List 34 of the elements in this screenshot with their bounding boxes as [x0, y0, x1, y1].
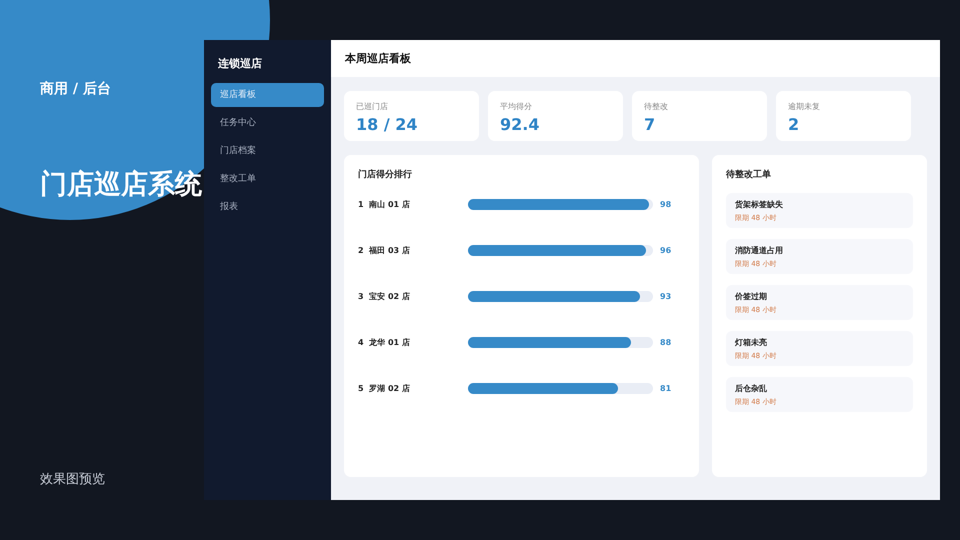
- page-header: 本周巡店看板: [331, 40, 940, 77]
- card-title: 待整改工单: [726, 168, 772, 181]
- eyebrow-text: 商用 / 后台: [40, 80, 112, 98]
- store-label: 1 南山 01 店: [358, 198, 411, 210]
- order-title: 灯箱未亮: [735, 337, 768, 348]
- store-label: 2 福田 03 店: [358, 244, 411, 256]
- score-value: 88: [660, 338, 672, 346]
- stat-value: 18 / 24: [356, 115, 419, 134]
- order-title: 货架标签缺失: [735, 199, 784, 210]
- score-value: 93: [660, 292, 672, 300]
- order-title: 价签过期: [735, 291, 768, 302]
- nav-item[interactable]: 门店档案: [211, 139, 324, 163]
- score-value: 96: [660, 246, 672, 254]
- nav-item[interactable]: 任务中心: [211, 111, 324, 135]
- stat-label: 逾期未复: [788, 101, 821, 112]
- score-value: 98: [660, 200, 672, 208]
- store-label: 5 罗湖 02 店: [358, 382, 411, 394]
- store-label: 4 龙华 01 店: [358, 336, 411, 348]
- nav-item[interactable]: 报表: [211, 195, 324, 219]
- order-title: 后仓杂乱: [735, 383, 768, 394]
- stat-value: 2: [788, 115, 800, 134]
- stat-value: 7: [644, 115, 656, 134]
- score-value: 81: [660, 384, 672, 392]
- store-label: 3 宝安 02 店: [358, 290, 411, 302]
- stat-label: 待整改: [644, 101, 669, 112]
- order-title: 消防通道占用: [735, 245, 784, 256]
- card-title: 门店得分排行: [358, 168, 413, 181]
- caption-text: 效果图预览: [40, 471, 106, 488]
- stat-label: 已巡门店: [356, 101, 389, 112]
- stat-label: 平均得分: [500, 101, 533, 112]
- stat-value: 92.4: [500, 115, 540, 134]
- hero-title: 门店巡店系统: [40, 168, 203, 202]
- nav-item[interactable]: 整改工单: [211, 167, 324, 191]
- brand-name: 连锁巡店: [217, 56, 263, 72]
